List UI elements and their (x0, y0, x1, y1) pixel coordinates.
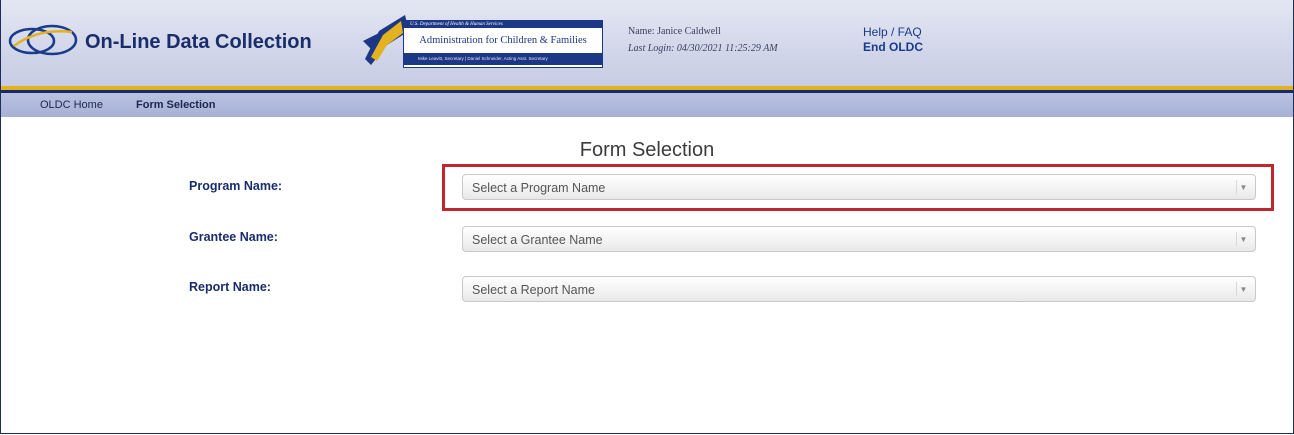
oldc-logo-icon (8, 24, 78, 56)
grantee-name-label: Grantee Name: (189, 230, 278, 244)
program-select-placeholder: Select a Program Name (472, 181, 606, 195)
program-name-select[interactable]: Select a Program Name ▼ (462, 174, 1256, 200)
breadcrumb-nav: OLDC Home Form Selection (1, 93, 1293, 117)
report-name-label: Report Name: (189, 280, 271, 294)
chevron-down-icon[interactable]: ▼ (1236, 232, 1250, 246)
help-faq-link[interactable]: Help / FAQ (863, 25, 922, 39)
chevron-down-icon[interactable]: ▼ (1236, 180, 1250, 194)
app-title: On-Line Data Collection (85, 31, 312, 53)
last-login: Last Login: 04/30/2021 11:25:29 AM (628, 43, 778, 54)
report-select-placeholder: Select a Report Name (472, 283, 595, 297)
chevron-down-icon[interactable]: ▼ (1236, 282, 1250, 296)
nav-oldc-home[interactable]: OLDC Home (40, 99, 103, 111)
agency-name: Administration for Children & Families (419, 35, 587, 46)
grantee-name-select[interactable]: Select a Grantee Name ▼ (462, 226, 1256, 252)
officials-line: Mike Leavitt, Secretary | Daniel Schneid… (404, 53, 602, 65)
nav-form-selection[interactable]: Form Selection (136, 99, 215, 111)
program-name-label: Program Name: (189, 179, 283, 193)
header: On-Line Data Collection U.S. Department … (1, 0, 1293, 86)
page-title: Form Selection (579, 139, 715, 161)
report-name-select[interactable]: Select a Report Name ▼ (462, 276, 1256, 302)
user-name: Name: Janice Caldwell (628, 26, 721, 37)
grantee-select-placeholder: Select a Grantee Name (472, 233, 603, 247)
dept-line: U.S. Department of Health & Human Servic… (404, 21, 602, 28)
end-oldc-link[interactable]: End OLDC (863, 40, 923, 54)
acf-banner: U.S. Department of Health & Human Servic… (403, 20, 603, 68)
